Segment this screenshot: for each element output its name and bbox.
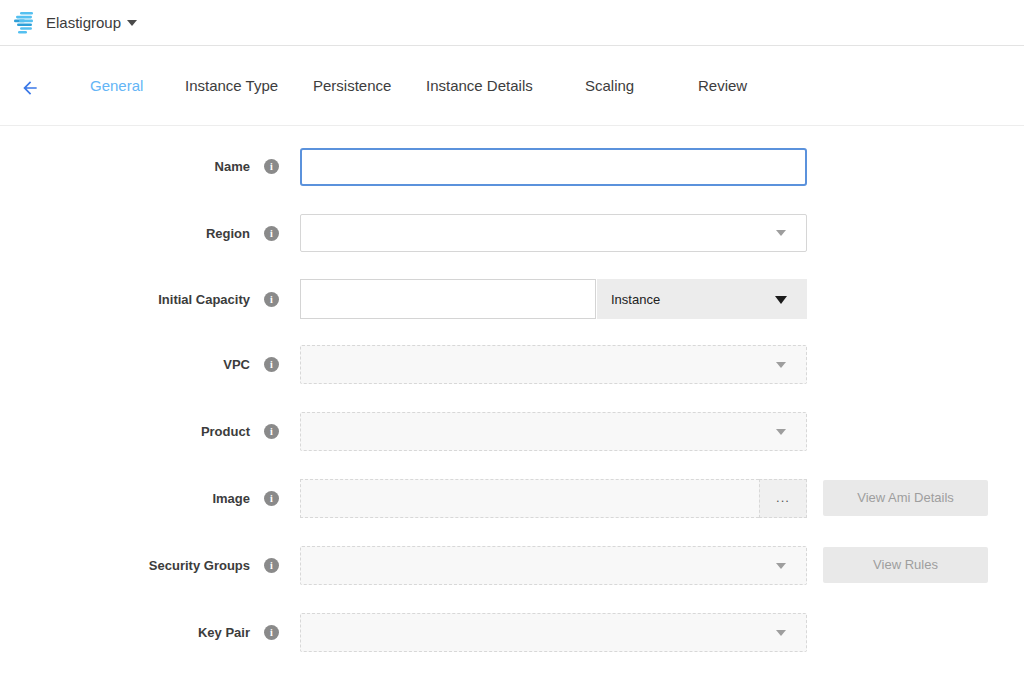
vpc-info-icon[interactable]: i bbox=[264, 357, 279, 372]
app-title-caret-icon[interactable] bbox=[127, 20, 137, 26]
name-input[interactable] bbox=[300, 148, 807, 186]
product-info-icon[interactable]: i bbox=[264, 424, 279, 439]
key-pair-label: Key Pair bbox=[0, 625, 250, 640]
tab-review[interactable]: Review bbox=[698, 77, 747, 94]
top-bar: Elastigroup bbox=[0, 0, 1024, 46]
chevron-down-icon bbox=[775, 296, 787, 304]
name-label: Name bbox=[0, 159, 250, 174]
tab-persistence[interactable]: Persistence bbox=[313, 77, 391, 94]
image-input bbox=[300, 479, 759, 518]
initial-capacity-input[interactable] bbox=[300, 279, 596, 319]
image-browse-button[interactable]: ... bbox=[759, 479, 807, 518]
form-row-name: Name i bbox=[0, 148, 1024, 186]
chevron-down-icon bbox=[776, 563, 786, 569]
view-ami-details-button[interactable]: View Ami Details bbox=[823, 480, 988, 516]
security-groups-info-icon[interactable]: i bbox=[264, 558, 279, 573]
back-arrow-button[interactable] bbox=[20, 78, 40, 98]
region-label: Region bbox=[0, 226, 250, 241]
key-pair-select bbox=[300, 613, 807, 652]
chevron-down-icon bbox=[776, 429, 786, 435]
security-groups-label: Security Groups bbox=[0, 558, 250, 573]
initial-capacity-info-icon[interactable]: i bbox=[264, 292, 279, 307]
view-rules-button[interactable]: View Rules bbox=[823, 547, 988, 583]
elastigroup-logo-icon bbox=[14, 11, 40, 35]
form-row-initial-capacity: Initial Capacity i Instance bbox=[0, 279, 1024, 319]
tab-bar: General Instance Type Persistence Instan… bbox=[0, 46, 1024, 126]
image-label: Image bbox=[0, 491, 250, 506]
vpc-select bbox=[300, 345, 807, 384]
tab-general[interactable]: General bbox=[90, 77, 143, 94]
tab-instance-type[interactable]: Instance Type bbox=[185, 77, 278, 94]
product-select bbox=[300, 412, 807, 451]
security-groups-select bbox=[300, 546, 807, 585]
initial-capacity-label: Initial Capacity bbox=[0, 292, 250, 307]
vpc-label: VPC bbox=[0, 357, 250, 372]
form-row-image: Image i ... View Ami Details bbox=[0, 479, 1024, 518]
chevron-down-icon bbox=[776, 230, 786, 236]
key-pair-info-icon[interactable]: i bbox=[264, 625, 279, 640]
region-info-icon[interactable]: i bbox=[264, 226, 279, 241]
image-info-icon[interactable]: i bbox=[264, 491, 279, 506]
form-row-security-groups: Security Groups i View Rules bbox=[0, 546, 1024, 585]
capacity-unit-value: Instance bbox=[611, 292, 660, 307]
chevron-down-icon bbox=[776, 630, 786, 636]
name-info-icon[interactable]: i bbox=[264, 159, 279, 174]
form-row-key-pair: Key Pair i bbox=[0, 613, 1024, 652]
app-title[interactable]: Elastigroup bbox=[46, 14, 121, 31]
form-row-vpc: VPC i bbox=[0, 345, 1024, 384]
tab-instance-details[interactable]: Instance Details bbox=[426, 77, 533, 94]
product-label: Product bbox=[0, 424, 250, 439]
capacity-unit-select[interactable]: Instance bbox=[597, 279, 807, 319]
chevron-down-icon bbox=[776, 362, 786, 368]
form-row-region: Region i bbox=[0, 214, 1024, 252]
region-select[interactable] bbox=[300, 214, 807, 252]
form-row-product: Product i bbox=[0, 412, 1024, 451]
tab-scaling[interactable]: Scaling bbox=[585, 77, 634, 94]
